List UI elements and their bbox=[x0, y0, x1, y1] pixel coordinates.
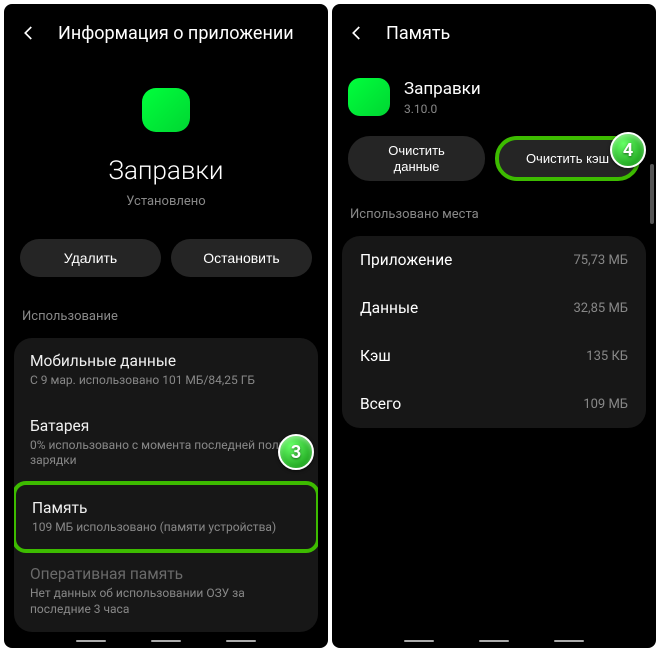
page-title: Информация о приложении bbox=[58, 23, 294, 44]
scrollbar[interactable] bbox=[650, 164, 654, 224]
nav-home[interactable] bbox=[479, 640, 509, 643]
usage-list: Мобильные данные С 9 мар. использовано 1… bbox=[14, 338, 318, 632]
section-used-label: Использовано места bbox=[332, 199, 656, 230]
phone-left-app-info: Информация о приложении Заправки Установ… bbox=[4, 4, 328, 648]
uninstall-button[interactable]: Удалить bbox=[20, 239, 161, 277]
storage-row-data: Данные 32,85 МБ bbox=[342, 284, 646, 332]
app-info-row: Заправки 3.10.0 bbox=[332, 58, 656, 126]
action-buttons: Удалить Остановить bbox=[4, 229, 328, 301]
list-item-battery[interactable]: Батарея 0% использовано с момента послед… bbox=[14, 403, 318, 483]
section-usage-label: Использование bbox=[4, 301, 328, 332]
storage-row-app: Приложение 75,73 МБ bbox=[342, 236, 646, 284]
back-icon[interactable] bbox=[18, 22, 40, 44]
app-hero: Заправки Установлено bbox=[4, 58, 328, 229]
phone-right-storage: Память Заправки 3.10.0 Очистить данные О… bbox=[332, 4, 656, 648]
list-item-storage[interactable]: Память 109 МБ использовано (памяти устро… bbox=[14, 481, 318, 554]
back-icon[interactable] bbox=[346, 22, 368, 44]
nav-back[interactable] bbox=[226, 640, 256, 643]
nav-bar bbox=[4, 640, 328, 643]
storage-row-cache: Кэш 135 КБ bbox=[342, 332, 646, 380]
app-name: Заправки bbox=[108, 156, 223, 186]
nav-back[interactable] bbox=[554, 640, 584, 643]
app-icon bbox=[348, 78, 390, 116]
nav-bar bbox=[332, 640, 656, 643]
app-name: Заправки bbox=[404, 79, 481, 99]
list-item-ram[interactable]: Оперативная память Нет данных об использ… bbox=[14, 551, 318, 631]
stop-button[interactable]: Остановить bbox=[171, 239, 312, 277]
storage-breakdown-list: Приложение 75,73 МБ Данные 32,85 МБ Кэш … bbox=[342, 236, 646, 428]
app-version: 3.10.0 bbox=[404, 102, 481, 116]
nav-recents[interactable] bbox=[76, 640, 106, 643]
storage-row-total: Всего 109 МБ bbox=[342, 380, 646, 428]
clear-buttons: Очистить данные Очистить кэш bbox=[332, 126, 656, 199]
list-item-mobile-data[interactable]: Мобильные данные С 9 мар. использовано 1… bbox=[14, 338, 318, 403]
page-title: Память bbox=[386, 23, 450, 44]
step-badge-3: 3 bbox=[278, 434, 314, 470]
nav-home[interactable] bbox=[151, 640, 181, 643]
nav-recents[interactable] bbox=[404, 640, 434, 643]
app-info-text: Заправки 3.10.0 bbox=[404, 79, 481, 116]
app-icon bbox=[142, 88, 190, 132]
clear-data-button[interactable]: Очистить данные bbox=[348, 136, 485, 181]
app-status: Установлено bbox=[126, 194, 205, 209]
header: Память bbox=[332, 4, 656, 58]
header: Информация о приложении bbox=[4, 4, 328, 58]
step-badge-4: 4 bbox=[610, 132, 646, 168]
